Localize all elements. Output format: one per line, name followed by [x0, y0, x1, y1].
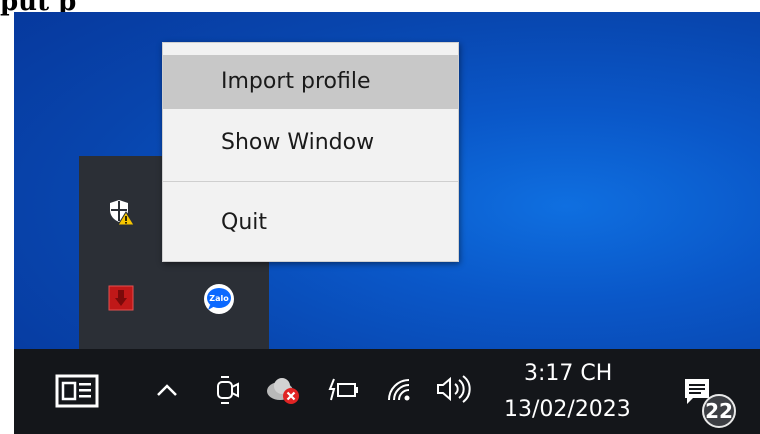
- tray-context-menu: Import profile Show Window Quit: [162, 42, 459, 262]
- news-widget-icon[interactable]: [54, 371, 100, 411]
- notification-count-badge: 22: [702, 394, 736, 428]
- desktop: Zalo Import profile Show Window Quit 3:1…: [14, 12, 760, 434]
- menu-item-quit[interactable]: Quit: [163, 196, 458, 250]
- taskbar: 3:17 CH 13/02/2023 22: [14, 349, 760, 434]
- chevron-up-icon[interactable]: [154, 379, 180, 401]
- zalo-logo-text: Zalo: [209, 294, 229, 303]
- menu-item-import-profile[interactable]: Import profile: [163, 55, 458, 109]
- menu-item-show-window[interactable]: Show Window: [163, 116, 458, 170]
- clock-time[interactable]: 3:17 CH: [524, 361, 612, 386]
- zalo-icon[interactable]: Zalo: [203, 283, 235, 315]
- screenshot-frame: put p Zalo Import profile Show Window Qu…: [0, 0, 760, 434]
- clock-date[interactable]: 13/02/2023: [504, 397, 631, 422]
- battery-icon[interactable]: [324, 375, 360, 405]
- wifi-icon[interactable]: [384, 375, 416, 405]
- cloud-error-icon[interactable]: [264, 373, 304, 407]
- red-app-icon[interactable]: [107, 284, 135, 312]
- meet-now-icon[interactable]: [212, 373, 242, 407]
- windows-security-warning-icon[interactable]: [107, 198, 135, 226]
- volume-icon[interactable]: [434, 373, 472, 405]
- menu-separator: [163, 181, 458, 182]
